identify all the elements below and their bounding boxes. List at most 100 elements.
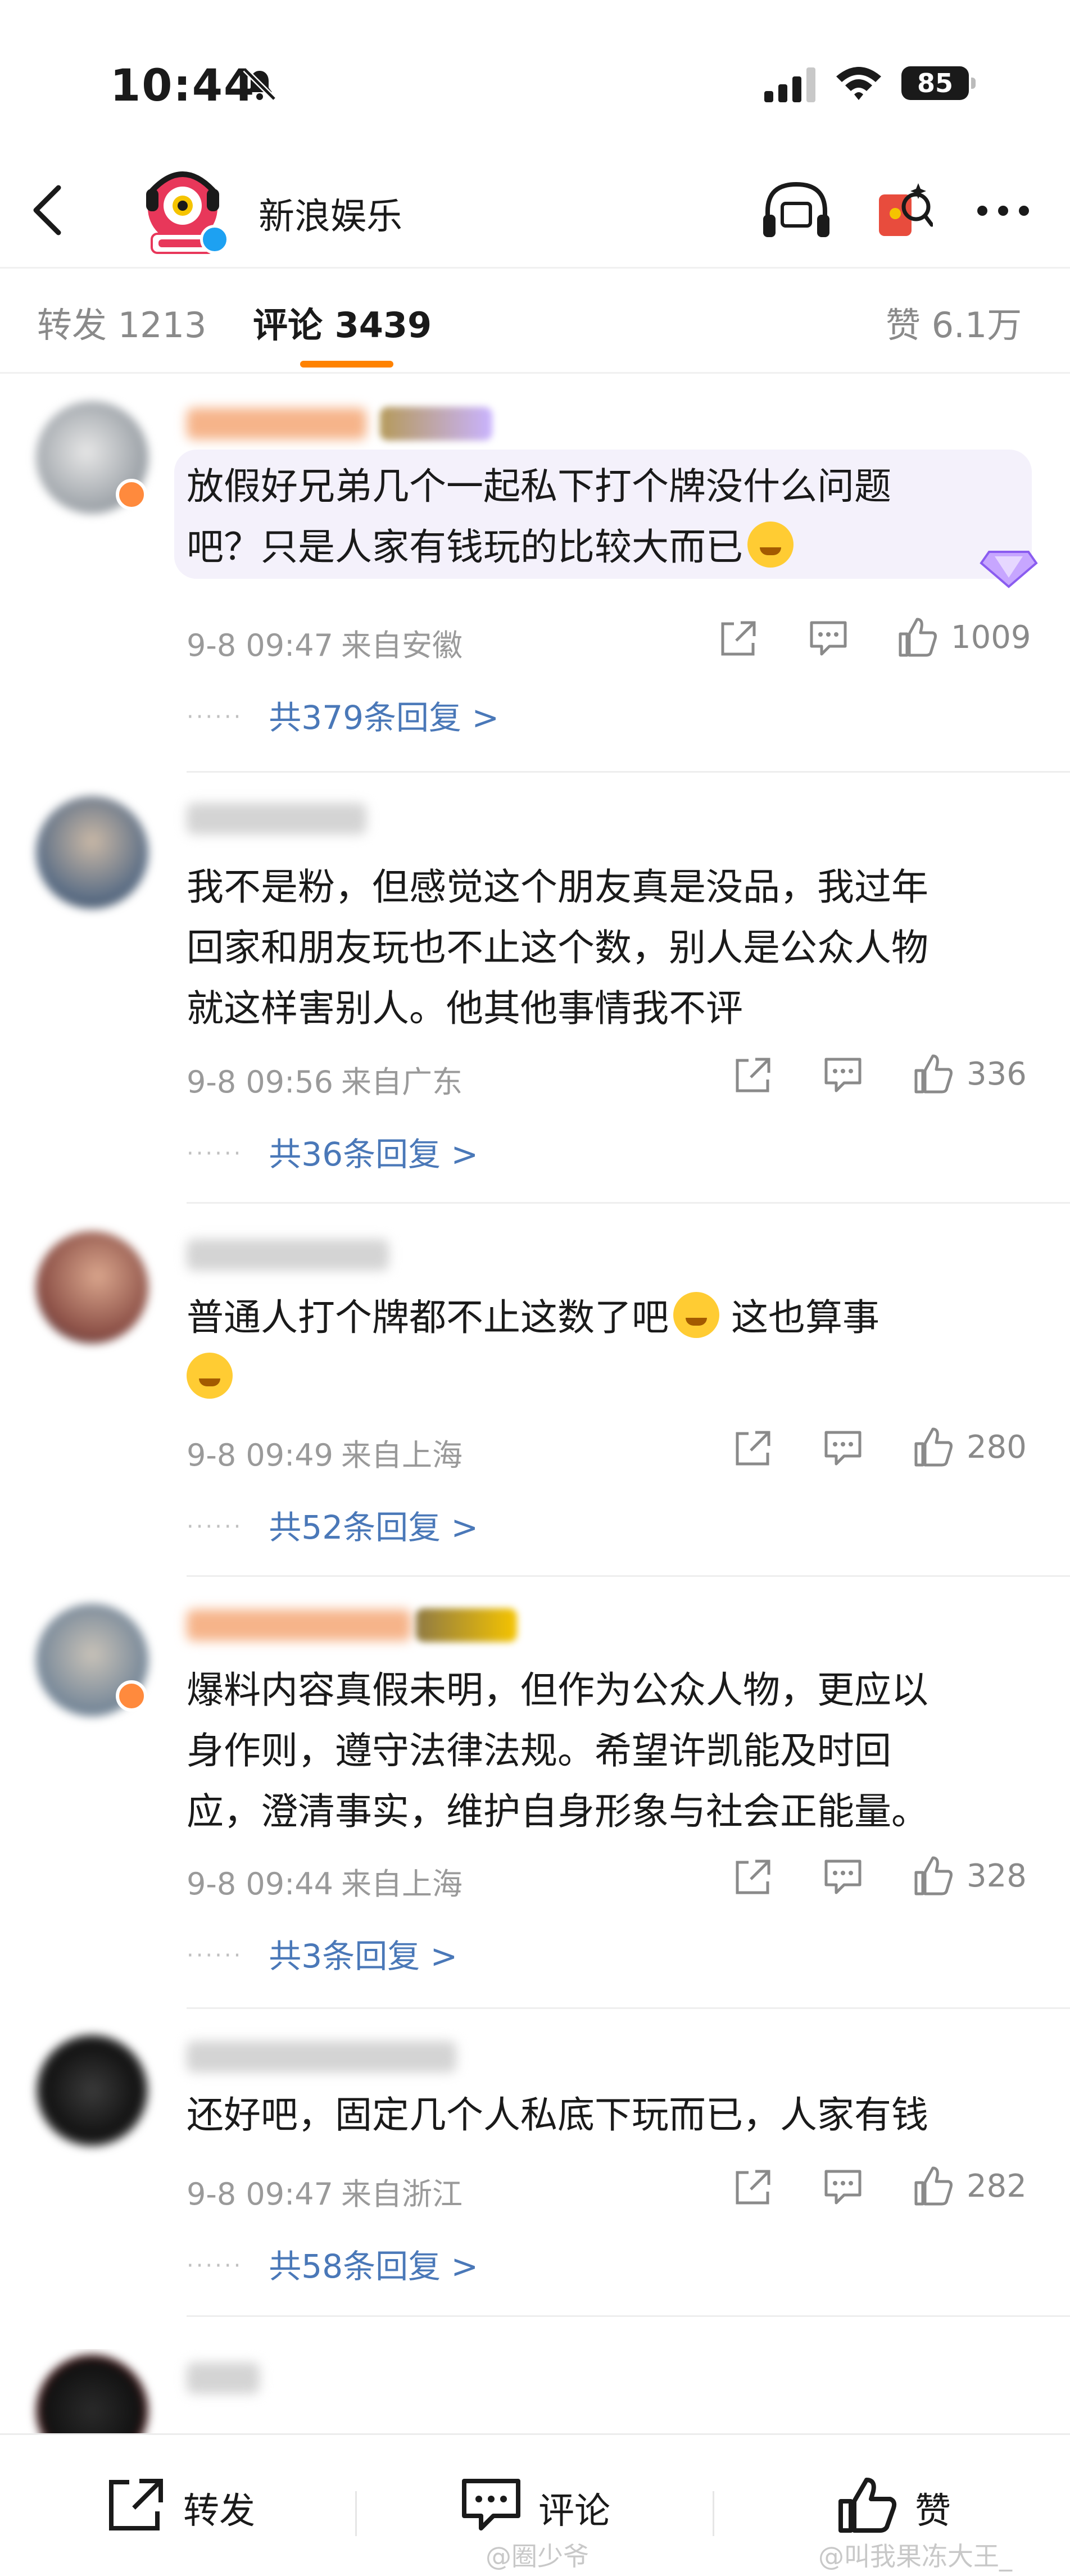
share-icon[interactable] <box>732 1054 774 1096</box>
username[interactable] <box>187 803 366 835</box>
user-badge-icon <box>116 1680 147 1712</box>
tab-bar: 转发 1213 评论 3439 赞 6.1万 <box>0 267 1070 374</box>
listen-icon[interactable] <box>760 180 833 242</box>
comment-line: 回家和朋友玩也不止这个数，别人是公众人物 <box>187 926 928 969</box>
reply-icon[interactable] <box>807 617 850 660</box>
username[interactable] <box>187 2041 456 2072</box>
thumbs-up-icon[interactable] <box>912 2165 954 2207</box>
divider <box>187 2007 1070 2009</box>
comment-meta: 9-8 09:47 来自安徽 <box>187 620 463 665</box>
comment-text: 还好吧，固定几个人私底下玩而已，人家有钱 <box>187 2085 1030 2146</box>
comment-meta: 9-8 09:56 来自广东 <box>187 1057 463 1101</box>
laugh-emoji-icon <box>747 521 794 568</box>
comment-line: 爆料内容真假未明，但作为公众人物，更应以 <box>187 1668 928 1712</box>
reply-icon[interactable] <box>822 1054 864 1096</box>
divider <box>187 2315 1070 2317</box>
reply-icon[interactable] <box>822 2166 864 2208</box>
comment-date: 9-8 09:47 <box>187 628 333 663</box>
comment-location: 来自广东 <box>341 1064 463 1100</box>
avatar[interactable] <box>36 2355 148 2433</box>
watermark: @叫我果冻大王_ <box>818 2541 1012 2572</box>
share-icon[interactable] <box>732 1856 774 1898</box>
username[interactable] <box>187 2362 260 2394</box>
more-icon[interactable] <box>972 191 1034 230</box>
divider <box>187 771 1070 773</box>
view-replies-link[interactable]: ······ 共3条回复 > <box>187 1930 457 1977</box>
reply-icon[interactable] <box>822 1427 864 1470</box>
comment-line-text: 吧？只是人家有钱玩的比较大而已 <box>187 525 743 569</box>
comment-line: 应，澄清事实，维护自身形象与社会正能量。 <box>187 1790 928 1833</box>
bottom-action-bar: 转发 评论 赞 @圈少爷 @叫我果冻大王_ <box>0 2433 1070 2576</box>
replies-label: 共58条回复 > <box>269 2247 479 2285</box>
comment-button[interactable]: 评论 <box>460 2472 628 2534</box>
bell-muted-icon <box>243 67 276 101</box>
replies-label: 共36条回复 > <box>269 1135 479 1173</box>
replies-label: 共379条回复 > <box>269 699 500 737</box>
thumbs-up-icon[interactable] <box>912 1426 954 1468</box>
comment-icon <box>462 2479 520 2530</box>
comment-item: 爆料内容真假未明，但作为公众人物，更应以 身作则，遵守法律法规。希望许凯能及时回… <box>0 1585 1070 2012</box>
username[interactable] <box>187 1239 389 1271</box>
comment-item <box>0 2349 1070 2433</box>
username[interactable] <box>187 408 366 439</box>
divider <box>187 1202 1070 1204</box>
thumbs-up-icon[interactable] <box>912 1053 954 1095</box>
dots-icon: ······ <box>187 1943 243 1969</box>
like-count: 336 <box>967 1056 1027 1092</box>
comment-line: 吧？只是人家有钱玩的比较大而已 <box>187 517 1030 578</box>
share-icon[interactable] <box>717 617 760 660</box>
avatar[interactable] <box>36 1231 148 1344</box>
channel-name[interactable]: 新浪娱乐 <box>259 188 402 239</box>
avatar[interactable] <box>36 796 148 909</box>
view-replies-link[interactable]: ······ 共379条回复 > <box>187 691 499 738</box>
comment-text: 普通人打个牌都不止这数了吧 这也算事 <box>187 1287 1030 1409</box>
status-bar: 10:44 85 <box>0 0 1070 163</box>
view-replies-link[interactable]: ······ 共52条回复 > <box>187 1501 478 1548</box>
view-replies-link[interactable]: ······ 共58条回复 > <box>187 2240 478 2287</box>
comment-line-text: 普通人打个牌都不止这数了吧 <box>187 1296 669 1339</box>
comment-date: 9-8 09:47 <box>187 2176 333 2212</box>
comment-meta: 9-8 09:47 来自浙江 <box>187 2169 463 2214</box>
like-button[interactable]: 赞 <box>836 2472 982 2534</box>
cellular-signal-icon <box>764 67 815 102</box>
thumbs-up-icon <box>838 2478 897 2533</box>
comment-meta: 9-8 09:49 来自上海 <box>187 1430 463 1475</box>
chevron-left-icon[interactable] <box>27 182 72 238</box>
tab-like[interactable]: 赞 6.1万 <box>886 297 1022 347</box>
comment-text: 爆料内容真假未明，但作为公众人物，更应以 身作则，遵守法律法规。希望许凯能及时回… <box>187 1660 1030 1842</box>
battery-tip <box>971 78 976 89</box>
comment-line-text: 这也算事 <box>731 1296 879 1339</box>
comment-item: 还好吧，固定几个人私底下玩而已，人家有钱 9-8 09:47 来自浙江 282 ·… <box>0 2017 1070 2332</box>
dots-icon: ······ <box>187 704 243 730</box>
comment-meta: 9-8 09:44 来自上海 <box>187 1859 463 1903</box>
comment-date: 9-8 09:49 <box>187 1437 333 1473</box>
view-replies-link[interactable]: ······ 共36条回复 > <box>187 1128 478 1175</box>
comment-location: 来自浙江 <box>341 2176 463 2212</box>
red-packet-icon[interactable] <box>871 180 933 242</box>
share-icon <box>109 2479 163 2530</box>
verified-badge-icon <box>200 225 229 254</box>
tab-repost[interactable]: 转发 1213 <box>37 297 207 347</box>
wifi-icon <box>836 67 881 100</box>
share-icon[interactable] <box>732 2166 774 2208</box>
dots-icon: ······ <box>187 1141 243 1167</box>
comment-location: 来自上海 <box>341 1437 463 1473</box>
repost-button[interactable]: 转发 <box>105 2472 273 2534</box>
comment-text: 我不是粉，但感觉这个朋友真是没品，我过年 回家和朋友玩也不止这个数，别人是公众人… <box>187 857 1030 1039</box>
tab-comment[interactable]: 评论 3439 <box>253 297 432 347</box>
repost-label: 转发 <box>183 2491 255 2532</box>
divider <box>187 1575 1070 1577</box>
reply-icon[interactable] <box>822 1856 864 1898</box>
share-icon[interactable] <box>732 1427 774 1470</box>
thumbs-up-icon[interactable] <box>896 616 938 659</box>
dots-icon: ······ <box>187 1514 243 1540</box>
thumbs-up-icon[interactable] <box>912 1854 954 1897</box>
comment-line: 普通人打个牌都不止这数了吧 这也算事 <box>187 1287 1030 1348</box>
like-count: 282 <box>967 2168 1027 2205</box>
avatar[interactable] <box>36 2034 148 2147</box>
comment-item: 放假好兄弟几个一起私下打个牌没什么问题 吧？只是人家有钱玩的比较大而已 9-8 … <box>0 393 1070 775</box>
clock: 10:44 <box>110 61 256 111</box>
username[interactable] <box>187 1609 411 1641</box>
shush-emoji-icon <box>187 1353 233 1399</box>
like-label: 赞 <box>915 2491 951 2532</box>
